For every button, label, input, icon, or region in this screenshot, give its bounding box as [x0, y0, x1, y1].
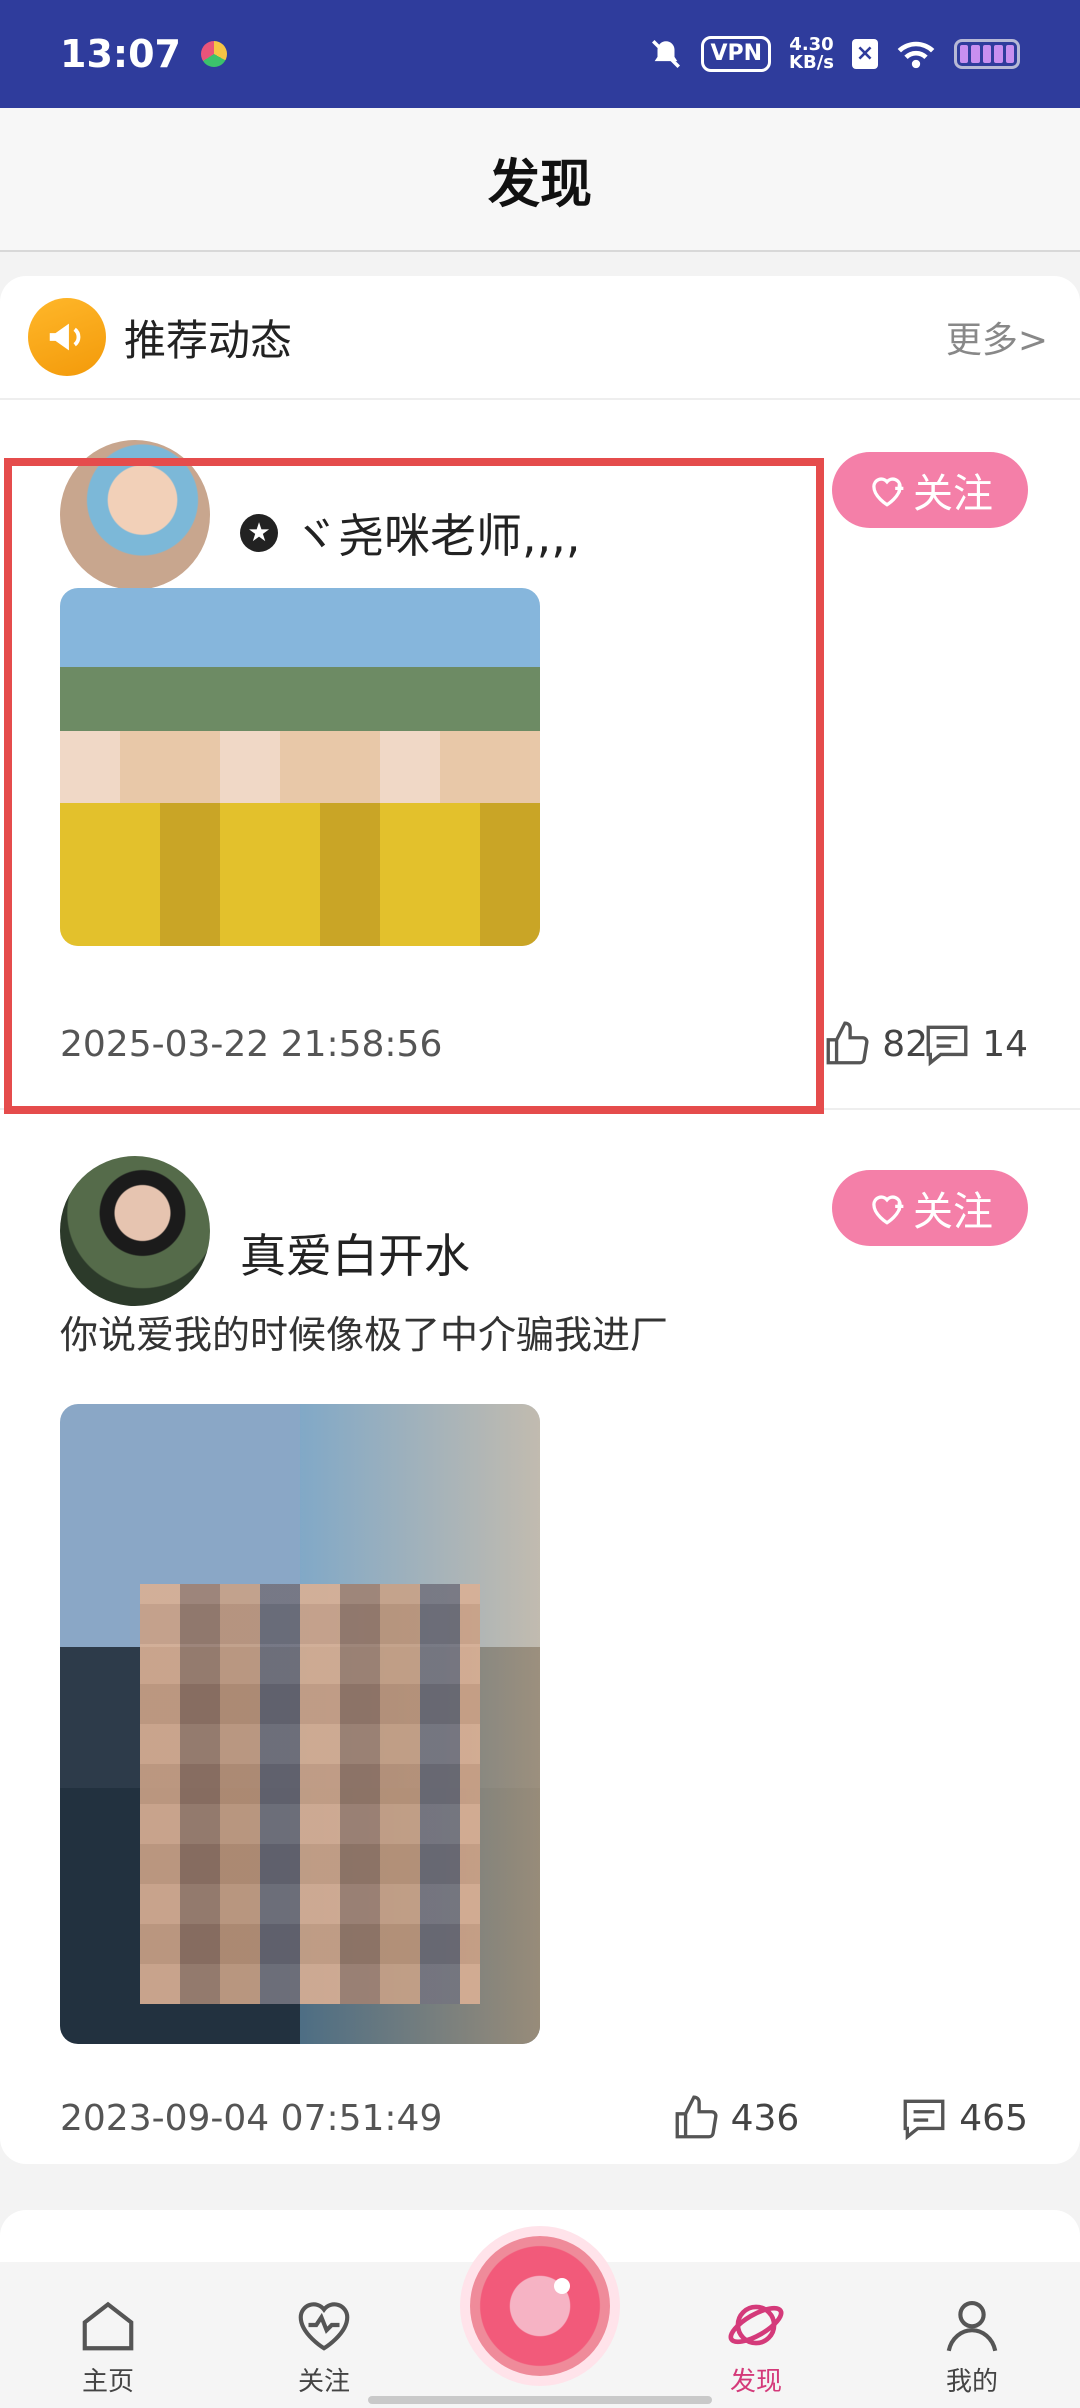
- mute-icon: [649, 37, 683, 71]
- planet-icon: [724, 2293, 788, 2357]
- status-time: 13:07: [60, 32, 181, 76]
- home-indicator: [368, 2396, 712, 2404]
- heart-pulse-icon: [292, 2293, 356, 2357]
- section-header: 推荐动态 更多>: [0, 276, 1080, 400]
- nav-follow[interactable]: 关注: [236, 2293, 412, 2398]
- post-meta: 2023-09-04 07:51:49 436 465: [60, 2088, 1028, 2148]
- feed-card: 推荐动态 更多> ★ ヾ尧咪老师,,,, 关注 2025-03-22 21:58…: [0, 276, 1080, 2164]
- feed-post[interactable]: ★ ヾ尧咪老师,,,, 关注 2025-03-22 21:58:56 82 14: [0, 400, 1080, 1110]
- thumbs-up-icon: [826, 1021, 869, 1065]
- nav-discover[interactable]: 发现: [668, 2293, 844, 2398]
- nav-home[interactable]: 主页: [20, 2293, 196, 2398]
- like-button[interactable]: 82: [822, 1019, 928, 1069]
- app-indicator-icon: [200, 41, 227, 67]
- person-icon: [940, 2293, 1004, 2357]
- page-title: 发现: [487, 154, 592, 215]
- post-time: 2023-09-04 07:51:49: [60, 2097, 443, 2139]
- home-icon: [76, 2293, 140, 2357]
- comment-button[interactable]: 465: [899, 2093, 1028, 2143]
- nav-mine[interactable]: 我的: [884, 2293, 1060, 2398]
- wifi-icon: [896, 38, 936, 70]
- x-app-icon: ×: [852, 39, 878, 69]
- thumbs-up-icon: [675, 2095, 718, 2139]
- comment-button[interactable]: 14: [922, 1019, 1028, 1069]
- post-meta: 2025-03-22 21:58:56 82 14: [60, 1014, 1028, 1074]
- post-text: 你说爱我的时候像极了中介骗我进厂: [60, 1313, 669, 1357]
- app-header: 发现: [0, 108, 1080, 252]
- follow-button[interactable]: 关注: [832, 452, 1028, 528]
- post-image[interactable]: [60, 588, 540, 946]
- heart-plus-icon: [872, 477, 904, 507]
- status-bar: 13:07 VPN 4.30 KB/s ×: [0, 0, 1080, 108]
- section-title: 推荐动态: [124, 315, 293, 365]
- avatar[interactable]: [60, 440, 210, 590]
- username[interactable]: 真爱白开水: [240, 1220, 470, 1286]
- megaphone-icon: [28, 298, 106, 376]
- network-speed: 4.30 KB/s: [789, 34, 834, 73]
- vpn-badge: VPN: [701, 36, 772, 72]
- comment-icon: [926, 1025, 968, 1067]
- comment-icon: [903, 2099, 945, 2141]
- feed-post[interactable]: 真爱白开水 关注 你说爱我的时候像极了中介骗我进厂 2023-09-04 07:…: [0, 1110, 1080, 2160]
- like-button[interactable]: 436: [671, 2093, 799, 2143]
- more-link[interactable]: 更多>: [946, 311, 1048, 363]
- avatar[interactable]: [60, 1156, 210, 1306]
- battery-icon: [954, 39, 1020, 69]
- star-badge-icon: ★: [240, 514, 278, 552]
- camera-button[interactable]: [470, 2236, 610, 2376]
- username[interactable]: ★ ヾ尧咪老师,,,,: [240, 500, 581, 566]
- post-time: 2025-03-22 21:58:56: [60, 1023, 443, 1065]
- follow-button[interactable]: 关注: [832, 1170, 1028, 1246]
- heart-plus-icon: [872, 1195, 904, 1225]
- post-image[interactable]: [60, 1404, 540, 2044]
